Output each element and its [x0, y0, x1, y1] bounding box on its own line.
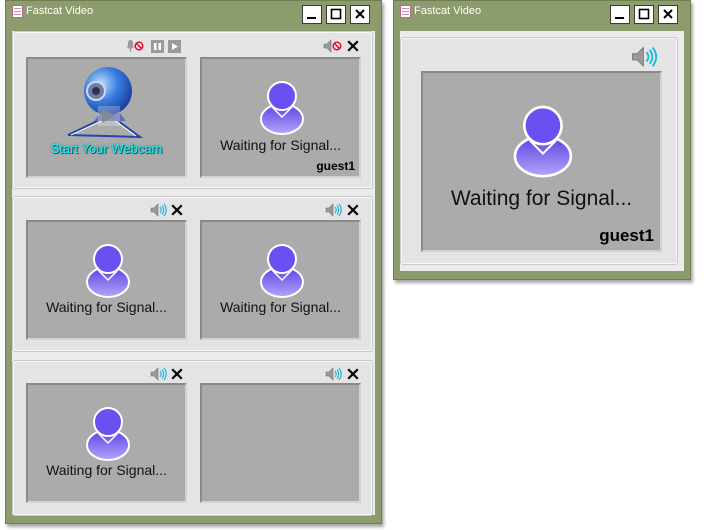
user-avatar-icon	[260, 81, 304, 135]
status-text: Waiting for Signal...	[46, 299, 167, 315]
user-avatar-icon	[513, 105, 573, 178]
close-icon	[663, 9, 673, 19]
video-panel-row-1: Start Your Webcam Waiting for Signal... …	[12, 31, 373, 189]
microphone-muted-icon[interactable]	[126, 39, 144, 53]
close-stream-icon[interactable]	[347, 368, 359, 380]
start-webcam-label[interactable]: Start Your Webcam	[28, 141, 185, 156]
maximize-button[interactable]	[634, 5, 654, 24]
maximize-button[interactable]	[326, 5, 346, 24]
close-stream-icon[interactable]	[171, 368, 183, 380]
title-bar[interactable]: Fastcat Video	[394, 1, 690, 28]
status-text: Waiting for Signal...	[220, 137, 341, 153]
video-tile: Waiting for Signal...	[26, 383, 187, 503]
speaker-muted-icon[interactable]	[323, 39, 343, 53]
app-icon	[12, 5, 23, 18]
minimize-button[interactable]	[302, 5, 322, 24]
user-avatar-icon	[86, 407, 130, 461]
maximize-icon	[330, 8, 342, 20]
window-title: Fastcat Video	[414, 5, 482, 17]
minimize-icon	[307, 17, 316, 19]
close-stream-icon[interactable]	[347, 40, 359, 52]
video-panel: Waiting for Signal... guest1	[400, 37, 678, 265]
status-text: Waiting for Signal...	[450, 187, 633, 210]
window-title: Fastcat Video	[26, 5, 94, 17]
right-video-window: Fastcat Video Waiting for Signal... gues…	[393, 0, 691, 280]
speaker-icon[interactable]	[325, 367, 345, 381]
webcam-icon	[67, 67, 144, 139]
app-icon	[400, 5, 411, 18]
video-tile-empty	[200, 383, 361, 503]
left-video-window: Fastcat Video Start Your Webcam Waiting …	[5, 0, 382, 524]
window-body: Waiting for Signal... guest1	[400, 31, 684, 271]
close-stream-icon[interactable]	[171, 204, 183, 216]
close-stream-icon[interactable]	[347, 204, 359, 216]
status-text: Waiting for Signal...	[46, 462, 167, 478]
video-tile-guest: Waiting for Signal... guest1	[421, 71, 662, 252]
speaker-icon[interactable]	[150, 203, 170, 217]
video-panel-row-2: Waiting for Signal... Waiting for Signal…	[12, 196, 373, 352]
speaker-icon[interactable]	[325, 203, 345, 217]
video-panel-row-3: Waiting for Signal...	[12, 360, 373, 516]
speaker-icon[interactable]	[150, 367, 170, 381]
pause-icon[interactable]	[151, 40, 164, 53]
close-button[interactable]	[658, 5, 678, 24]
title-bar[interactable]: Fastcat Video	[6, 1, 381, 28]
minimize-button[interactable]	[610, 5, 630, 24]
close-icon	[355, 9, 365, 19]
video-tile: Waiting for Signal...	[26, 220, 187, 340]
guest-name-label: guest1	[599, 226, 654, 245]
guest-name-label: guest1	[316, 159, 355, 173]
window-body: Start Your Webcam Waiting for Signal... …	[12, 31, 375, 516]
webcam-tile[interactable]: Start Your Webcam	[26, 57, 187, 178]
minimize-icon	[615, 17, 624, 19]
play-icon[interactable]	[168, 40, 181, 53]
maximize-icon	[638, 8, 650, 20]
status-text: Waiting for Signal...	[220, 299, 341, 315]
user-avatar-icon	[86, 244, 130, 298]
speaker-icon[interactable]	[631, 46, 661, 68]
user-avatar-icon	[260, 244, 304, 298]
close-button[interactable]	[350, 5, 370, 24]
video-tile-guest: Waiting for Signal... guest1	[200, 57, 361, 178]
video-tile: Waiting for Signal...	[200, 220, 361, 340]
